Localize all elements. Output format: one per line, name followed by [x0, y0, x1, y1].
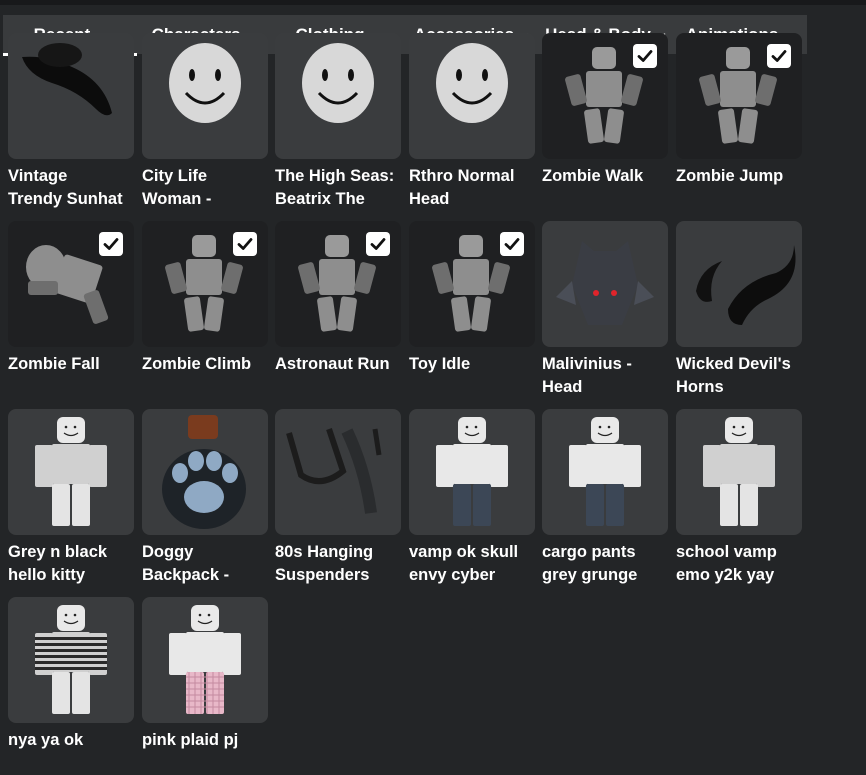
item-name[interactable]: Grey n black hello kitty: [8, 541, 148, 587]
item-name[interactable]: Malivinius - Head: [542, 353, 682, 399]
item-name[interactable]: Zombie Walk: [542, 165, 682, 211]
catalog-item[interactable]: City Life Woman -: [142, 33, 268, 211]
item-thumbnail[interactable]: [142, 221, 268, 347]
item-thumbnail[interactable]: [676, 221, 802, 347]
item-thumbnail[interactable]: [409, 221, 535, 347]
item-name-line: Backpack -: [142, 566, 230, 584]
checkmark-icon[interactable]: [500, 232, 524, 256]
item-name-line: Grey n black: [8, 543, 108, 561]
item-name-line: Zombie Climb: [142, 355, 252, 373]
item-name-line: Woman -: [142, 190, 212, 208]
item-name[interactable]: Rthro Normal Head: [409, 165, 549, 211]
item-name-line: Doggy: [142, 543, 194, 561]
item-thumbnail[interactable]: [142, 33, 268, 159]
item-name-line: Toy Idle: [409, 355, 471, 373]
item-name-line: vamp ok skull: [409, 543, 519, 561]
checkmark-icon[interactable]: [233, 232, 257, 256]
item-thumbnail[interactable]: [8, 221, 134, 347]
item-thumbnail[interactable]: [275, 409, 401, 535]
catalog-item[interactable]: Vintage Trendy Sunhat: [8, 33, 134, 211]
item-name-line: grey grunge: [542, 566, 638, 584]
item-thumbnail[interactable]: [142, 597, 268, 723]
item-name-line: Horns: [676, 378, 724, 396]
item-name-line: Vintage: [8, 167, 68, 185]
item-name-line: cargo pants: [542, 543, 636, 561]
checkmark-icon[interactable]: [366, 232, 390, 256]
catalog-item[interactable]: Toy Idle: [409, 221, 535, 399]
item-thumbnail[interactable]: [542, 409, 668, 535]
item-name[interactable]: Zombie Fall: [8, 353, 148, 399]
catalog-item[interactable]: Doggy Backpack -: [142, 409, 268, 587]
item-name[interactable]: Vintage Trendy Sunhat: [8, 165, 148, 211]
catalog-item[interactable]: school vamp emo y2k yay: [676, 409, 802, 587]
item-name[interactable]: nya ya ok: [8, 729, 148, 775]
catalog-item[interactable]: cargo pants grey grunge: [542, 409, 668, 587]
checkmark-icon[interactable]: [99, 232, 123, 256]
item-name-line: envy cyber: [409, 566, 496, 584]
item-name-line: Suspenders: [275, 566, 370, 584]
item-name-line: emo y2k yay: [676, 566, 775, 584]
catalog-item[interactable]: Zombie Climb: [142, 221, 268, 399]
item-name-line: Zombie Fall: [8, 355, 100, 373]
item-name-line: The High Seas:: [275, 167, 395, 185]
item-name-line: 80s Hanging: [275, 543, 374, 561]
item-name[interactable]: school vamp emo y2k yay: [676, 541, 816, 587]
checkmark-icon[interactable]: [767, 44, 791, 68]
item-name[interactable]: The High Seas: Beatrix The: [275, 165, 415, 211]
item-name-line: Trendy Sunhat: [8, 190, 123, 208]
catalog-item[interactable]: Astronaut Run: [275, 221, 401, 399]
checkmark-icon[interactable]: [633, 44, 657, 68]
item-name[interactable]: vamp ok skull envy cyber: [409, 541, 549, 587]
item-name-line: Astronaut Run: [275, 355, 390, 373]
catalog-item[interactable]: Rthro Normal Head: [409, 33, 535, 211]
item-name-line: pink plaid pj: [142, 731, 239, 749]
item-thumbnail[interactable]: [409, 409, 535, 535]
item-name[interactable]: Toy Idle: [409, 353, 549, 399]
item-thumbnail[interactable]: [8, 33, 134, 159]
catalog-item[interactable]: 80s Hanging Suspenders: [275, 409, 401, 587]
item-name-line: Head: [409, 190, 450, 208]
item-name[interactable]: Zombie Climb: [142, 353, 282, 399]
item-thumbnail[interactable]: [142, 409, 268, 535]
item-name-line: Head: [542, 378, 583, 396]
item-name[interactable]: pink plaid pj: [142, 729, 282, 775]
item-name-line: Wicked Devil's: [676, 355, 791, 373]
catalog-item[interactable]: Wicked Devil's Horns: [676, 221, 802, 399]
item-name-line: City Life: [142, 167, 208, 185]
item-thumbnail[interactable]: [8, 409, 134, 535]
catalog-item[interactable]: Malivinius - Head: [542, 221, 668, 399]
item-name[interactable]: 80s Hanging Suspenders: [275, 541, 415, 587]
item-thumbnail[interactable]: [676, 33, 802, 159]
item-thumbnail[interactable]: [542, 221, 668, 347]
catalog-item[interactable]: Zombie Fall: [8, 221, 134, 399]
item-name[interactable]: City Life Woman -: [142, 165, 282, 211]
catalog-item[interactable]: Grey n black hello kitty: [8, 409, 134, 587]
item-grid: Vintage Trendy Sunhat City Life Woman - The …: [0, 0, 866, 749]
item-name-line: Zombie Jump: [676, 167, 784, 185]
item-thumbnail[interactable]: [676, 409, 802, 535]
item-name[interactable]: Wicked Devil's Horns: [676, 353, 816, 399]
item-name[interactable]: Doggy Backpack -: [142, 541, 282, 587]
item-name[interactable]: Astronaut Run: [275, 353, 415, 399]
item-name-line: hello kitty: [8, 566, 86, 584]
catalog-item[interactable]: The High Seas: Beatrix The: [275, 33, 401, 211]
catalog-item[interactable]: vamp ok skull envy cyber: [409, 409, 535, 587]
item-name-line: Zombie Walk: [542, 167, 644, 185]
item-name-line: school vamp: [676, 543, 777, 561]
item-name-line: Beatrix The: [275, 190, 365, 208]
item-name[interactable]: Zombie Jump: [676, 165, 816, 211]
item-name-line: Rthro Normal: [409, 167, 515, 185]
catalog-item[interactable]: Zombie Jump: [676, 33, 802, 211]
item-thumbnail[interactable]: [542, 33, 668, 159]
catalog-item[interactable]: nya ya ok: [8, 597, 134, 775]
item-name-line: Malivinius -: [542, 355, 632, 373]
catalog-item[interactable]: pink plaid pj: [142, 597, 268, 775]
item-thumbnail[interactable]: [409, 33, 535, 159]
catalog-item[interactable]: Zombie Walk: [542, 33, 668, 211]
item-name[interactable]: cargo pants grey grunge: [542, 541, 682, 587]
item-thumbnail[interactable]: [8, 597, 134, 723]
item-thumbnail[interactable]: [275, 33, 401, 159]
item-name-line: nya ya ok: [8, 731, 84, 749]
item-thumbnail[interactable]: [275, 221, 401, 347]
